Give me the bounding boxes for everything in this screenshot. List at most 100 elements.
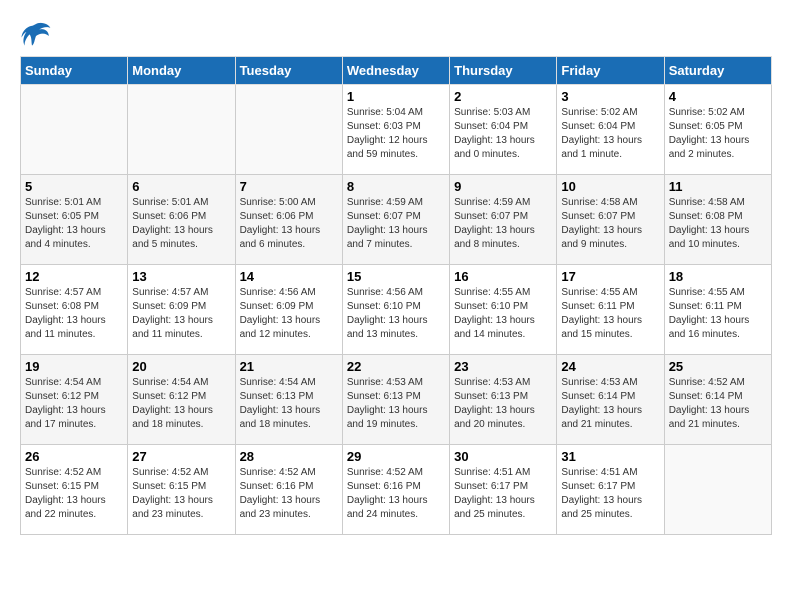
weekday-header-row: SundayMondayTuesdayWednesdayThursdayFrid… xyxy=(21,57,772,85)
day-number: 6 xyxy=(132,179,230,194)
calendar-cell: 2 Sunrise: 5:03 AMSunset: 6:04 PMDaylight… xyxy=(450,85,557,175)
calendar-cell xyxy=(128,85,235,175)
page-header xyxy=(20,20,772,48)
calendar-cell: 22 Sunrise: 4:53 AMSunset: 6:13 PMDayligh… xyxy=(342,355,449,445)
calendar-cell: 27 Sunrise: 4:52 AMSunset: 6:15 PMDayligh… xyxy=(128,445,235,535)
calendar-cell: 19 Sunrise: 4:54 AMSunset: 6:12 PMDayligh… xyxy=(21,355,128,445)
calendar-cell: 7 Sunrise: 5:00 AMSunset: 6:06 PMDaylight… xyxy=(235,175,342,265)
day-info: Sunrise: 4:56 AMSunset: 6:09 PMDaylight:… xyxy=(240,286,338,342)
day-number: 8 xyxy=(347,179,445,194)
calendar-cell: 3 Sunrise: 5:02 AMSunset: 6:04 PMDaylight… xyxy=(557,85,664,175)
day-number: 25 xyxy=(669,359,767,374)
weekday-header-monday: Monday xyxy=(128,57,235,85)
day-info: Sunrise: 4:57 AMSunset: 6:09 PMDaylight:… xyxy=(132,286,230,342)
day-number: 28 xyxy=(240,449,338,464)
day-info: Sunrise: 4:53 AMSunset: 6:13 PMDaylight:… xyxy=(347,376,445,432)
day-number: 9 xyxy=(454,179,552,194)
calendar-cell xyxy=(21,85,128,175)
day-number: 7 xyxy=(240,179,338,194)
weekday-header-thursday: Thursday xyxy=(450,57,557,85)
day-number: 16 xyxy=(454,269,552,284)
day-info: Sunrise: 4:58 AMSunset: 6:08 PMDaylight:… xyxy=(669,196,767,252)
calendar-week-5: 26 Sunrise: 4:52 AMSunset: 6:15 PMDayligh… xyxy=(21,445,772,535)
day-number: 11 xyxy=(669,179,767,194)
calendar-cell xyxy=(664,445,771,535)
day-info: Sunrise: 5:02 AMSunset: 6:04 PMDaylight:… xyxy=(561,106,659,162)
calendar-week-3: 12Sunrise: 4:57 AMSunset: 6:08 PMDayligh… xyxy=(21,265,772,355)
day-info: Sunrise: 4:55 AMSunset: 6:11 PMDaylight:… xyxy=(561,286,659,342)
day-number: 30 xyxy=(454,449,552,464)
calendar-cell: 13 Sunrise: 4:57 AMSunset: 6:09 PMDayligh… xyxy=(128,265,235,355)
day-number: 27 xyxy=(132,449,230,464)
weekday-header-sunday: Sunday xyxy=(21,57,128,85)
day-info: Sunrise: 5:04 AMSunset: 6:03 PMDaylight:… xyxy=(347,106,445,162)
day-info: Sunrise: 4:59 AMSunset: 6:07 PMDaylight:… xyxy=(454,196,552,252)
calendar-cell: 24Sunrise: 4:53 AMSunset: 6:14 PMDayligh… xyxy=(557,355,664,445)
day-info: Sunrise: 4:51 AMSunset: 6:17 PMDaylight:… xyxy=(561,466,659,522)
day-info: Sunrise: 5:02 AMSunset: 6:05 PMDaylight:… xyxy=(669,106,767,162)
day-number: 26 xyxy=(25,449,123,464)
day-number: 14 xyxy=(240,269,338,284)
calendar-cell: 9 Sunrise: 4:59 AMSunset: 6:07 PMDaylight… xyxy=(450,175,557,265)
calendar-week-1: 1 Sunrise: 5:04 AMSunset: 6:03 PMDaylight… xyxy=(21,85,772,175)
day-number: 17 xyxy=(561,269,659,284)
day-info: Sunrise: 4:56 AMSunset: 6:10 PMDaylight:… xyxy=(347,286,445,342)
calendar-cell: 17 Sunrise: 4:55 AMSunset: 6:11 PMDayligh… xyxy=(557,265,664,355)
weekday-header-tuesday: Tuesday xyxy=(235,57,342,85)
day-number: 15 xyxy=(347,269,445,284)
day-info: Sunrise: 4:52 AMSunset: 6:15 PMDaylight:… xyxy=(132,466,230,522)
calendar-cell: 26 Sunrise: 4:52 AMSunset: 6:15 PMDayligh… xyxy=(21,445,128,535)
day-info: Sunrise: 5:01 AMSunset: 6:05 PMDaylight:… xyxy=(25,196,123,252)
calendar-cell: 18 Sunrise: 4:55 AMSunset: 6:11 PMDayligh… xyxy=(664,265,771,355)
day-number: 19 xyxy=(25,359,123,374)
day-number: 3 xyxy=(561,89,659,104)
calendar-table: SundayMondayTuesdayWednesdayThursdayFrid… xyxy=(20,56,772,535)
calendar-cell: 28Sunrise: 4:52 AMSunset: 6:16 PMDayligh… xyxy=(235,445,342,535)
logo-icon xyxy=(20,20,52,48)
day-info: Sunrise: 5:01 AMSunset: 6:06 PMDaylight:… xyxy=(132,196,230,252)
day-info: Sunrise: 5:03 AMSunset: 6:04 PMDaylight:… xyxy=(454,106,552,162)
day-number: 24 xyxy=(561,359,659,374)
day-number: 22 xyxy=(347,359,445,374)
day-info: Sunrise: 4:52 AMSunset: 6:16 PMDaylight:… xyxy=(347,466,445,522)
calendar-cell xyxy=(235,85,342,175)
day-number: 21 xyxy=(240,359,338,374)
calendar-cell: 30 Sunrise: 4:51 AMSunset: 6:17 PMDayligh… xyxy=(450,445,557,535)
calendar-cell: 12Sunrise: 4:57 AMSunset: 6:08 PMDayligh… xyxy=(21,265,128,355)
day-number: 5 xyxy=(25,179,123,194)
calendar-cell: 25Sunrise: 4:52 AMSunset: 6:14 PMDayligh… xyxy=(664,355,771,445)
day-info: Sunrise: 4:58 AMSunset: 6:07 PMDaylight:… xyxy=(561,196,659,252)
day-number: 12 xyxy=(25,269,123,284)
day-info: Sunrise: 4:54 AMSunset: 6:13 PMDaylight:… xyxy=(240,376,338,432)
day-number: 20 xyxy=(132,359,230,374)
day-info: Sunrise: 4:54 AMSunset: 6:12 PMDaylight:… xyxy=(132,376,230,432)
day-number: 18 xyxy=(669,269,767,284)
day-info: Sunrise: 4:55 AMSunset: 6:11 PMDaylight:… xyxy=(669,286,767,342)
calendar-cell: 8 Sunrise: 4:59 AMSunset: 6:07 PMDaylight… xyxy=(342,175,449,265)
day-number: 31 xyxy=(561,449,659,464)
day-info: Sunrise: 4:51 AMSunset: 6:17 PMDaylight:… xyxy=(454,466,552,522)
calendar-cell: 29 Sunrise: 4:52 AMSunset: 6:16 PMDayligh… xyxy=(342,445,449,535)
calendar-week-4: 19 Sunrise: 4:54 AMSunset: 6:12 PMDayligh… xyxy=(21,355,772,445)
day-number: 13 xyxy=(132,269,230,284)
calendar-cell: 16 Sunrise: 4:55 AMSunset: 6:10 PMDayligh… xyxy=(450,265,557,355)
day-info: Sunrise: 4:52 AMSunset: 6:15 PMDaylight:… xyxy=(25,466,123,522)
day-number: 4 xyxy=(669,89,767,104)
day-info: Sunrise: 4:59 AMSunset: 6:07 PMDaylight:… xyxy=(347,196,445,252)
calendar-cell: 20 Sunrise: 4:54 AMSunset: 6:12 PMDayligh… xyxy=(128,355,235,445)
weekday-header-friday: Friday xyxy=(557,57,664,85)
day-number: 29 xyxy=(347,449,445,464)
calendar-cell: 1 Sunrise: 5:04 AMSunset: 6:03 PMDaylight… xyxy=(342,85,449,175)
day-number: 2 xyxy=(454,89,552,104)
day-number: 1 xyxy=(347,89,445,104)
calendar-cell: 11 Sunrise: 4:58 AMSunset: 6:08 PMDayligh… xyxy=(664,175,771,265)
calendar-cell: 14 Sunrise: 4:56 AMSunset: 6:09 PMDayligh… xyxy=(235,265,342,355)
weekday-header-saturday: Saturday xyxy=(664,57,771,85)
day-number: 23 xyxy=(454,359,552,374)
day-info: Sunrise: 4:53 AMSunset: 6:13 PMDaylight:… xyxy=(454,376,552,432)
day-info: Sunrise: 4:55 AMSunset: 6:10 PMDaylight:… xyxy=(454,286,552,342)
day-number: 10 xyxy=(561,179,659,194)
day-info: Sunrise: 5:00 AMSunset: 6:06 PMDaylight:… xyxy=(240,196,338,252)
calendar-cell: 10 Sunrise: 4:58 AMSunset: 6:07 PMDayligh… xyxy=(557,175,664,265)
day-info: Sunrise: 4:54 AMSunset: 6:12 PMDaylight:… xyxy=(25,376,123,432)
